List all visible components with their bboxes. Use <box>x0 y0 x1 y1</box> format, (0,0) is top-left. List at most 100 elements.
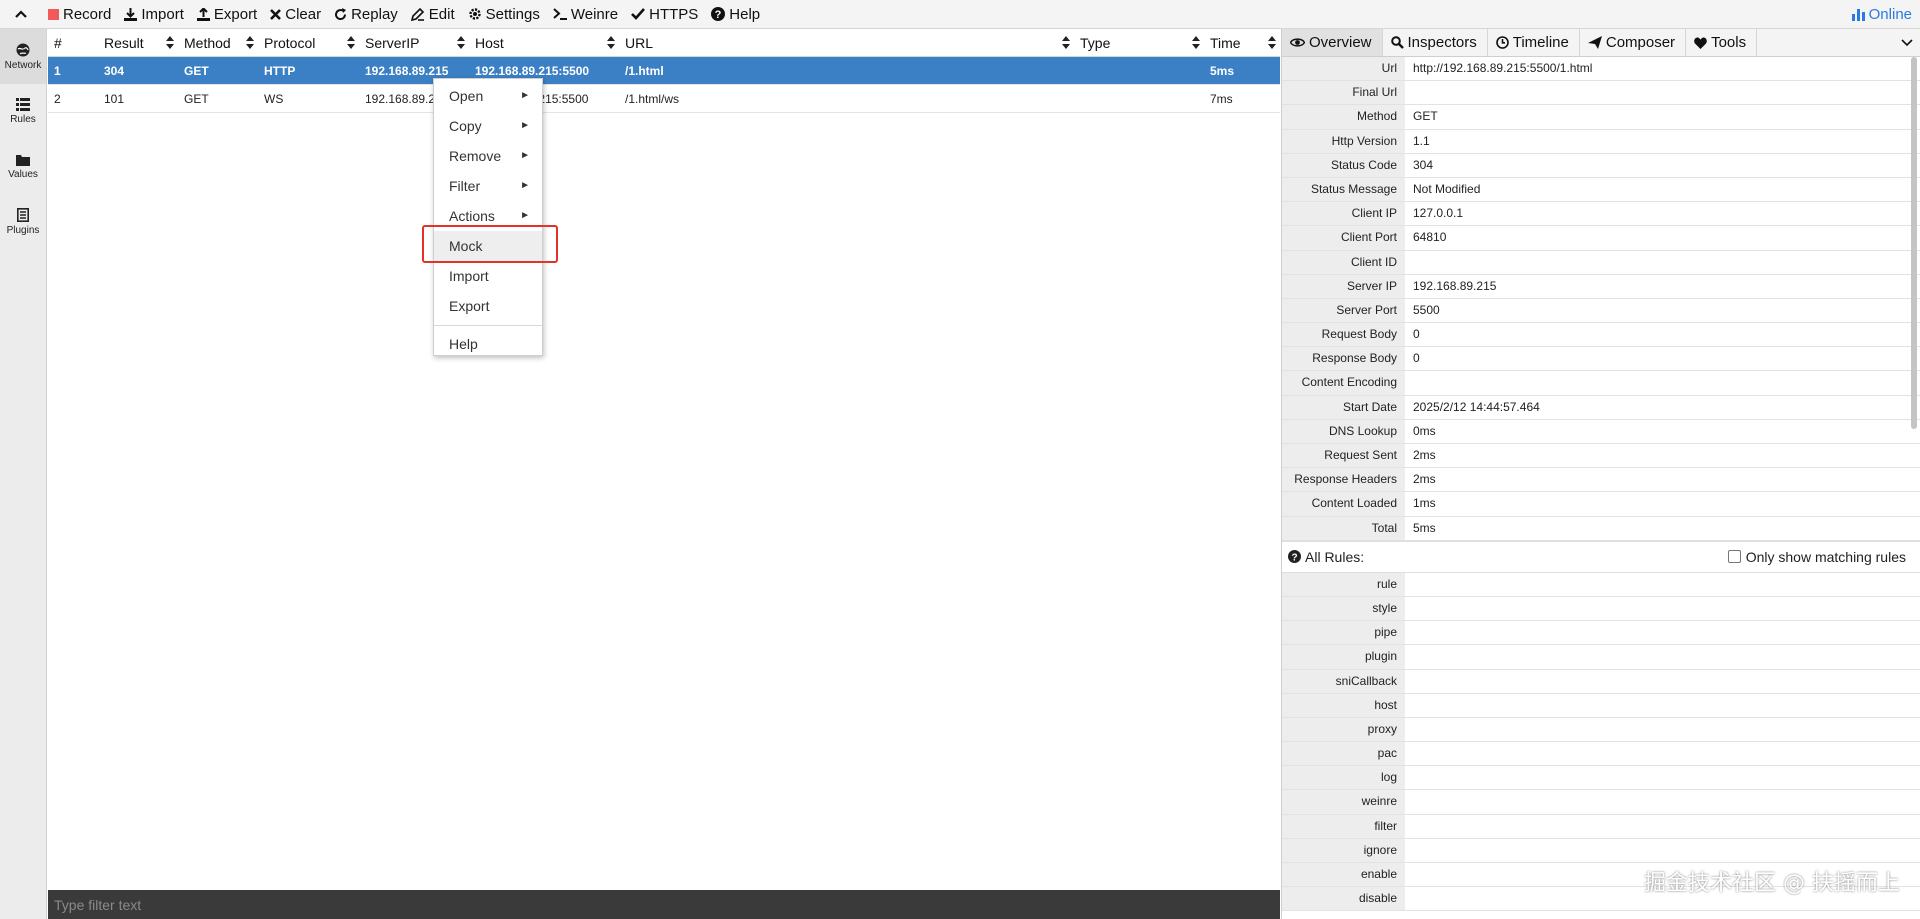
rule-value <box>1405 839 1920 862</box>
sort-icon <box>1268 35 1276 49</box>
overview-key: Url <box>1282 57 1405 81</box>
edit-button[interactable]: Edit <box>405 0 462 29</box>
menu-item-import[interactable]: Import <box>434 261 542 291</box>
sidebar-item-rules[interactable]: Rules <box>0 84 46 139</box>
https-button[interactable]: HTTPS <box>625 0 705 29</box>
only-matching-toggle[interactable]: Only show matching rules <box>1727 549 1920 565</box>
menu-item-label: Help <box>449 336 478 352</box>
rule-row: host <box>1282 693 1920 718</box>
rule-key: ignore <box>1282 838 1405 862</box>
tab-tools[interactable]: Tools <box>1686 29 1758 56</box>
panel-scrollbar[interactable] <box>1911 57 1917 429</box>
sidebar-item-plugins[interactable]: Plugins <box>0 194 46 249</box>
sidebar-item-network[interactable]: Network <box>0 29 46 84</box>
gear-icon <box>468 8 481 20</box>
export-icon <box>196 7 210 21</box>
cell-result: 101 <box>104 91 125 106</box>
network-table: # Result Method Protocol ServerIP Host U… <box>48 29 1280 890</box>
overview-row: Request Body 0 <box>1282 323 1920 348</box>
rule-value <box>1405 742 1920 765</box>
rule-row: style <box>1282 596 1920 622</box>
column-header-host[interactable]: Host <box>469 29 619 57</box>
menu-item-copy[interactable]: Copy ► <box>434 111 542 141</box>
chevron-down-icon <box>1901 38 1913 46</box>
document-icon <box>17 207 29 222</box>
question-circle-icon[interactable]: ? <box>1288 550 1301 564</box>
menu-item-export[interactable]: Export <box>434 291 542 321</box>
watermark: 掘金技术社区 @ 扶摇而上 <box>1644 871 1900 896</box>
settings-button[interactable]: Settings <box>462 0 547 29</box>
column-header-number[interactable]: # <box>48 29 98 57</box>
overview-key: Request Body <box>1282 323 1405 347</box>
column-label: Type <box>1080 34 1111 51</box>
replay-button[interactable]: Replay <box>328 0 405 29</box>
sidebar-item-label: Network <box>4 59 42 71</box>
menu-item-help[interactable]: Help <box>434 329 542 359</box>
overview-key: Final Url <box>1282 81 1405 105</box>
rule-key: rule <box>1282 572 1405 596</box>
overview-row: Method GET <box>1282 105 1920 130</box>
cell-time: 7ms <box>1210 91 1233 106</box>
submenu-arrow-icon: ► <box>520 150 530 161</box>
overview-value: 64810 <box>1413 230 1447 245</box>
column-header-time[interactable]: Time <box>1204 29 1280 57</box>
clear-button[interactable]: Clear <box>264 0 328 29</box>
overview-value: http://192.168.89.215:5500/1.html <box>1413 61 1593 75</box>
globe-icon <box>16 43 30 56</box>
menu-item-label: Open <box>449 88 484 104</box>
column-header-protocol[interactable]: Protocol <box>258 29 359 57</box>
sort-icon <box>607 35 615 49</box>
column-header-type[interactable]: Type <box>1074 29 1204 57</box>
overview-value: 0 <box>1413 351 1420 366</box>
tab-label: Tools <box>1711 34 1747 51</box>
clear-label: Clear <box>285 5 322 23</box>
eye-icon <box>1290 38 1305 47</box>
bar-chart-icon <box>1851 8 1865 21</box>
rule-value <box>1405 621 1920 644</box>
filter-input[interactable] <box>48 890 1280 919</box>
tab-timeline[interactable]: Timeline <box>1488 29 1580 56</box>
panel-menu-button[interactable] <box>1894 29 1920 56</box>
mock-highlight-box <box>422 225 558 263</box>
sidebar-item-values[interactable]: Values <box>0 139 46 194</box>
rule-key: log <box>1282 766 1405 790</box>
weinre-button[interactable]: Weinre <box>547 0 625 29</box>
edit-label: Edit <box>428 5 455 23</box>
rule-key: weinre <box>1282 790 1405 814</box>
menu-item-remove[interactable]: Remove ► <box>434 141 542 171</box>
overview-key: DNS Lookup <box>1282 419 1405 443</box>
rule-row: sniCallback <box>1282 669 1920 694</box>
column-header-method[interactable]: Method <box>178 29 258 57</box>
overview-row: Final Url <box>1282 81 1920 106</box>
help-button[interactable]: ? Help <box>705 0 767 29</box>
svg-text:?: ? <box>1291 553 1297 564</box>
table-row[interactable]: 2 101 GET WS 192.168.89.215 192.168.89.2… <box>48 85 1280 113</box>
menu-item-filter[interactable]: Filter ► <box>434 171 542 201</box>
menu-item-open[interactable]: Open ► <box>434 81 542 111</box>
sort-icon <box>457 35 465 49</box>
overview-value: 127.0.0.1 <box>1413 206 1464 221</box>
rule-value <box>1405 766 1920 789</box>
overview-key: Server Port <box>1282 298 1405 323</box>
online-status[interactable]: Online <box>1851 0 1912 29</box>
overview-row: Total 5ms <box>1282 516 1920 541</box>
record-button[interactable]: Record <box>42 0 118 29</box>
collapse-toolbar-button[interactable] <box>0 0 42 29</box>
help-label: Help <box>729 5 761 23</box>
replay-label: Replay <box>351 5 398 23</box>
tab-overview[interactable]: Overview <box>1282 29 1383 56</box>
export-button[interactable]: Export <box>191 0 264 29</box>
menu-divider <box>434 325 542 326</box>
tab-composer[interactable]: Composer <box>1580 29 1687 56</box>
overview-value: 1ms <box>1413 496 1436 511</box>
table-row[interactable]: 1 304 GET HTTP 192.168.89.215 192.168.89… <box>48 57 1280 85</box>
tab-inspectors[interactable]: Inspectors <box>1383 29 1488 56</box>
submenu-arrow-icon: ► <box>520 210 530 221</box>
only-matching-checkbox[interactable] <box>1727 550 1741 564</box>
import-button[interactable]: Import <box>118 0 191 29</box>
overview-list: Url http://192.168.89.215:5500/1.html Fin… <box>1282 57 1920 541</box>
column-header-serverip[interactable]: ServerIP <box>359 29 469 57</box>
column-header-result[interactable]: Result <box>98 29 178 57</box>
sidebar-item-label: Plugins <box>6 224 40 236</box>
column-header-url[interactable]: URL <box>619 29 1074 57</box>
